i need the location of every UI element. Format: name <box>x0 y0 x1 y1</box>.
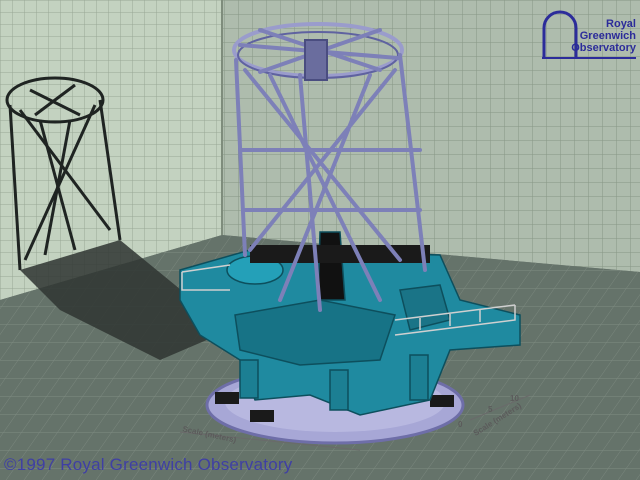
logo-line-1: Royal <box>606 18 636 30</box>
logo-line-3: Observatory <box>571 42 636 54</box>
scale-tick-5: 5 <box>488 405 493 414</box>
telescope-render <box>0 0 640 480</box>
logo-line-2: Greenwich <box>579 30 636 42</box>
logo-text: Royal Greenwich Observatory <box>542 18 636 54</box>
copyright-caption: ©1997 Royal Greenwich Observatory <box>4 455 293 474</box>
scale-tick-10: 10 <box>510 394 519 403</box>
rgo-logo: Royal Greenwich Observatory <box>542 6 636 60</box>
scale-tick-0: 0 <box>458 420 463 429</box>
